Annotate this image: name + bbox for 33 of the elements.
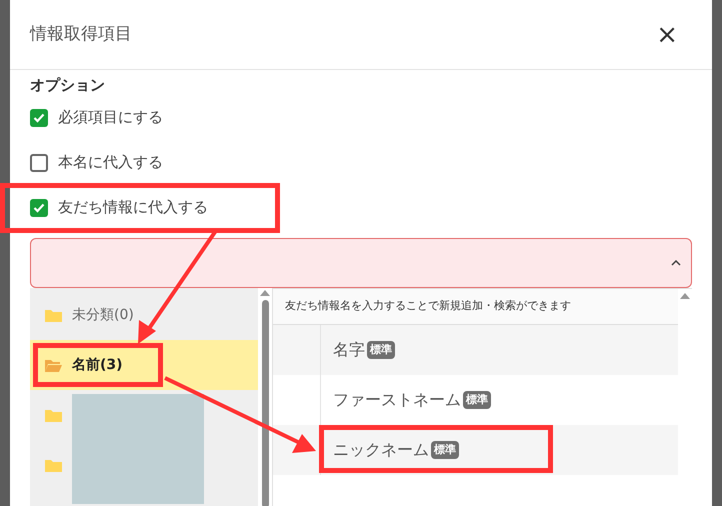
checkbox[interactable] bbox=[30, 108, 48, 126]
checkbox-label: 必須項目にする bbox=[58, 107, 163, 128]
check-icon bbox=[33, 112, 45, 122]
open-folder-icon bbox=[45, 358, 62, 372]
checkbox-label: 友だち情報に代入する bbox=[58, 197, 208, 218]
folder-item[interactable]: 未分類(0) bbox=[30, 290, 258, 340]
scrollbar[interactable] bbox=[258, 288, 272, 506]
section-heading: オプション bbox=[30, 75, 106, 95]
checkbox[interactable] bbox=[30, 154, 48, 172]
standard-tag: 標準 bbox=[431, 440, 459, 460]
checkbox-label: 本名に代入する bbox=[58, 152, 163, 174]
check-icon bbox=[33, 202, 45, 212]
scroll-up-icon[interactable] bbox=[680, 293, 690, 299]
scroll-up-icon[interactable] bbox=[260, 290, 270, 296]
standard-tag: 標準 bbox=[367, 340, 395, 360]
caret-icon bbox=[671, 260, 681, 266]
close-button[interactable]: × bbox=[656, 22, 678, 48]
field-name: ニックネーム bbox=[333, 439, 429, 461]
select-field[interactable] bbox=[30, 238, 692, 288]
hint-text: 友だち情報名を入力することで新規追加・検索ができます bbox=[273, 289, 678, 325]
field-name: ファーストネーム bbox=[333, 389, 461, 411]
field-row[interactable]: 名字 標準 bbox=[273, 325, 678, 375]
folder-icon bbox=[45, 408, 62, 422]
field-row[interactable]: ニックネーム 標準 bbox=[273, 425, 678, 475]
folder-icon bbox=[45, 458, 62, 472]
folder-item[interactable]: 名前(3) bbox=[30, 340, 258, 390]
folder-label: 未分類(0) bbox=[72, 306, 134, 324]
field-name: 名字 bbox=[333, 339, 365, 361]
folder-icon bbox=[45, 308, 62, 322]
dialog-title: 情報取得項目 bbox=[30, 22, 132, 46]
folder-label: 名前(3) bbox=[72, 356, 123, 374]
checkbox[interactable] bbox=[30, 198, 48, 216]
standard-tag: 標準 bbox=[463, 390, 491, 410]
